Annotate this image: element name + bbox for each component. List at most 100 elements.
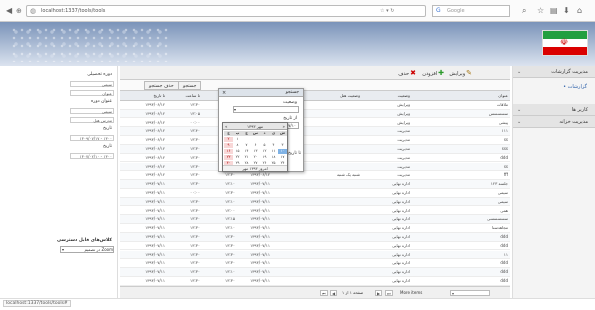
table-cell: ۱۳:۳۰: [225, 260, 235, 266]
next-month-icon[interactable]: »: [283, 123, 285, 130]
sidebar-section-treasury[interactable]: ⌄ مدیریت خزانه: [513, 116, 595, 128]
date-picker: «مهر ۱۳۹۳» ش ی د س چ پ ج ۱ ۲ ۳ ۴ ۵ ۶ ۷ ۸ ۹ ۱۰ ۱۱ ۱۲ ۱۳ ۱۴ ۱۵ ۱…: [222, 122, 288, 172]
globe-icon: ⊕: [16, 7, 22, 15]
calendar-day[interactable]: ۱۳: [251, 149, 260, 154]
table-cell: ۱۳۹۳/۰۶/۱۲: [250, 172, 270, 178]
column-header[interactable]: عنوان: [498, 91, 508, 101]
delete-button[interactable]: حذف✖: [398, 66, 416, 80]
table-row[interactable]: ملاقاتویرایش۱۳۹۳/۰۶/۱۲۱۳:۳۰۱۳:۳۰۱۳۹۳/۰۶/…: [120, 101, 510, 110]
prev-month-icon[interactable]: «: [225, 123, 227, 130]
table-cell: همی: [500, 207, 508, 213]
calendar-day[interactable]: ۱۲: [260, 149, 269, 154]
table-row[interactable]: dddمدیریت۱۳۹۳/۰۶/۱۲۱۳:۳۰۱۳:۳۰۱۳۹۳/۰۶/۱۲: [120, 154, 510, 163]
reload-icon[interactable]: ↻: [390, 8, 394, 14]
calendar-day[interactable]: ۲۲: [233, 155, 242, 160]
home-icon[interactable]: ⌂: [577, 0, 582, 22]
column-header[interactable]: تا تاریخ: [153, 91, 165, 101]
calendar-day[interactable]: ۵: [260, 143, 269, 148]
first-page-button[interactable]: ⏮: [320, 290, 328, 296]
table-row[interactable]: ssمدیریت۱۳۹۳/۰۶/۱۲۱۳:۳۰۱۳:۳۰۱۳۹۳/۰۶/۱۲: [120, 136, 510, 145]
calendar-day[interactable]: ۴: [269, 143, 278, 148]
table-cell: پیشی: [498, 119, 508, 125]
page-size-select[interactable]: ▾: [450, 290, 490, 296]
calendar-day[interactable]: ۱۷: [278, 155, 287, 160]
table-row[interactable]: سسسسسی اداره نهایی ۱۳۹۳/۰۷/۱۱ ۱۳:۱۵ ۱۳:۳۰ ۱۳۹…: [120, 215, 510, 224]
tab-clear-search[interactable]: حذف جستجو: [144, 81, 179, 90]
star-icon[interactable]: ☆: [537, 0, 544, 22]
table-row[interactable]: سسسسسویرایش۱۳۹۳/۰۶/۱۲۱۳:۳۰۱۳:۰۵۱۳۹۳/۰۶/۱…: [120, 109, 510, 119]
calendar-day[interactable]: ۷: [242, 143, 251, 148]
search-engine-icon: G: [436, 7, 441, 14]
table-row[interactable]: جلسه ۱۲۳ اداره نهایی ۱۳۹۳/۰۷/۱۱ ۱۳:۱۰ ۱۳:۳۰ ۱…: [120, 180, 510, 189]
add-button[interactable]: افزودن✚: [422, 66, 444, 80]
calendar-day[interactable]: ۹: [224, 143, 233, 149]
table-row[interactable]: همی اداره نهایی ۱۳۹۳/۰۷/۱۱ ۱۳:۰۰ ۱۳:۳۰ ۱۳۹۳/۰…: [120, 207, 510, 216]
calendar-day[interactable]: ۱۱: [269, 149, 278, 154]
table-cell: ۱۳:۳۰: [225, 242, 235, 248]
table-row[interactable]: sssمدیریت۱۳۹۳/۰۶/۱۲۱۳:۳۰۱۳:۳۰۱۳۹۳/۰۶/۱۲: [120, 145, 510, 154]
table-row[interactable]: ddd اداره نهایی ۱۳۹۳/۰۷/۱۱ ۱۳:۱۰ ۱۳:۳۰ ۱۳۹۳/۰…: [120, 268, 510, 277]
table-cell: ۱۳:۰۰: [225, 207, 235, 213]
calendar-day[interactable]: ۸: [233, 143, 242, 148]
calendar-day: [269, 137, 278, 142]
column-header[interactable]: تا ساعت: [186, 91, 201, 101]
sidebar-section-reports[interactable]: ⌄ مدیریت گزارشات: [513, 66, 595, 78]
table-row[interactable]: پیشیویرایش۱۳۹۳/۰۶/۱۲۱۳:۳۰۰۰:۰۰۱۳۹۳/۰۶/۱۲: [120, 119, 510, 128]
last-page-button[interactable]: ⏭: [385, 290, 393, 296]
calendar-day[interactable]: ۶: [251, 143, 260, 148]
column-header[interactable]: وضعیت هتل: [340, 91, 360, 101]
prev-page-button[interactable]: ◀: [330, 290, 338, 296]
calendar-day[interactable]: ۱۹: [260, 155, 269, 160]
table-row[interactable]: سیمی اداره نهایی ۱۳۹۳/۰۷/۱۱ ۱۳:۱۰ ۱۳:۳۰ ۱۳۹۳/…: [120, 197, 510, 207]
sidebar-item-reports[interactable]: • گزارشات: [563, 84, 587, 90]
date-picker-today[interactable]: امروز ۱۳۹۳ مهر: [223, 165, 287, 171]
zoom-select[interactable]: ▾ در تصمیم Zoom: [60, 246, 114, 253]
column-header[interactable]: وضعیت: [398, 91, 410, 101]
table-row[interactable]: ddd اداره نهایی ۱۳۹۳/۰۷/۱۱ ۱۳:۳۰ ۱۳:۳۰ ۱۳۹۳/۰…: [120, 233, 510, 242]
dropdown-icon[interactable]: ▾: [386, 8, 389, 14]
table-cell: ۱۳:۱۵: [225, 216, 235, 222]
sidebar-section-users[interactable]: ⌄ کاربر ها: [513, 104, 595, 116]
page-indicator: صفحه ۱ از ۱: [342, 290, 364, 295]
address-bar[interactable]: ◍ localhost:1337/tools/tools: [26, 5, 426, 17]
calendar-day[interactable]: ۱۵: [233, 149, 242, 154]
calendar-day[interactable]: ۲۳: [224, 155, 233, 161]
tab-search[interactable]: جستجو: [178, 81, 202, 90]
info-value: سیمی: [70, 81, 114, 87]
table-cell: ۱۳۹۳/۰۷/۱۱: [145, 251, 165, 257]
calendar-day[interactable]: ۱۸: [269, 155, 278, 160]
back-icon[interactable]: ◀: [6, 0, 12, 22]
table-row[interactable]: مجاهدستا اداره نهایی ۱۳۹۳/۰۷/۱۱ ۱۳:۱۰ ۱۳:۳۰ ۱…: [120, 224, 510, 233]
search-icon[interactable]: ⌕: [522, 0, 526, 22]
download-icon[interactable]: ⬇: [563, 0, 570, 22]
calendar-day[interactable]: ۳: [278, 143, 287, 148]
calendar-day[interactable]: ۱۶: [224, 149, 233, 155]
close-icon[interactable]: ×: [222, 89, 226, 97]
table-row[interactable]: ddd اداره نهایی ۱۳۹۳/۰۷/۱۱ ۱۳:۳۰ ۱۳:۳۰ ۱۳۹۳/۰…: [120, 277, 510, 286]
info-value: سیمی: [70, 108, 114, 114]
table-row[interactable]: ddd اداره نهایی ۱۳۹۳/۰۷/۱۱ ۱۳:۳۰ ۱۳:۳۰ ۱۳۹۳/۰…: [120, 259, 510, 268]
clipboard-icon[interactable]: ▤: [550, 0, 558, 22]
table-row[interactable]: ۱۱۱مدیریت۱۳۹۳/۰۶/۱۲۱۳:۳۰۱۳:۴۰۱۳۹۳/۰۶/۱۲: [120, 127, 510, 136]
next-page-button[interactable]: ▶: [375, 290, 383, 296]
pagination: ⏮ ◀ صفحه ۱ از ۱ ▶ ⏭ More items ▾: [120, 286, 510, 298]
calendar-day[interactable]: ۲۰: [251, 155, 260, 160]
calendar-day[interactable]: ۲: [224, 137, 233, 143]
calendar-day[interactable]: ۱۰: [278, 149, 287, 155]
status-select[interactable]: ▾: [233, 106, 299, 113]
search-input[interactable]: G Google: [432, 5, 510, 17]
calendar-day[interactable]: ۱۴: [242, 149, 251, 154]
calendar-day[interactable]: ۲۱: [242, 155, 251, 160]
search-tabs: جستجو حذف جستجو: [120, 80, 510, 91]
table-cell: ۱۳:۳۰: [190, 260, 200, 266]
table-row[interactable]: ssمدیریت۱۳۹۳/۰۶/۱۲۱۳:۳۰۱۳:۳۰۱۳۹۳/۰۶/۱۲: [120, 162, 510, 172]
table-row[interactable]: سیمی اداره نهایی ۱۳۹۳/۰۷/۱۱ ۱۳:۳۰ ۰۰:۰۰ ۱۳۹۳/…: [120, 189, 510, 198]
table-row[interactable]: fff مدیریت شنبه یک شنبه ۱۳۹۳/۰۶/۱۲ ۱۳:۳۰ ۱۳:۳…: [120, 171, 510, 180]
calendar-day[interactable]: ۱: [233, 137, 242, 142]
table-row[interactable]: ۱۱ اداره نهایی ۱۳۹۳/۰۷/۱۱ ۱۳:۳۰ ۱۳:۳۰ ۱۳۹۳/۰۷…: [120, 250, 510, 260]
table-cell: ۱۳:۳۰: [190, 102, 200, 107]
add-label: افزودن: [422, 71, 438, 77]
table-row[interactable]: ddd اداره نهایی ۱۳۹۳/۰۷/۱۱ ۱۳:۳۰ ۱۳:۳۰ ۱۳۹۳/۰…: [120, 242, 510, 251]
bookmark-star-icon[interactable]: ☆: [380, 8, 384, 14]
edit-button[interactable]: ویرایش✎: [449, 66, 472, 80]
